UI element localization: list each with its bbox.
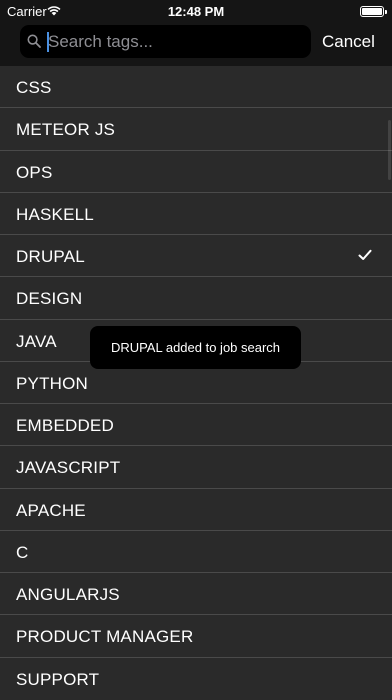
tag-label: CSS [16,78,52,97]
tag-row[interactable]: APACHE [0,489,392,531]
toast-notification: DRUPAL added to job search [90,326,301,369]
status-bar: Carrier 12:48 PM [0,0,392,22]
tag-label: PRODUCT MANAGER [16,627,194,647]
tag-row[interactable]: CSS [0,66,392,109]
tag-row[interactable]: HASKELL [0,193,392,235]
tag-label: EMBEDDED [16,416,114,435]
tag-label: SUPPORT [16,669,100,689]
tag-label: HASKELL [16,204,94,224]
search-field[interactable] [20,25,311,58]
tag-row[interactable]: ANGULARJS [0,573,392,616]
search-input[interactable] [48,25,298,58]
tag-row[interactable]: JAVASCRIPT [0,446,392,489]
tag-label: ANGULARJS [16,585,120,604]
tag-row[interactable]: PRODUCT MANAGER [0,615,392,658]
tag-list: CSS METEOR JS OPS HASKELL DRUPAL DESIGN JAVA PY… [0,66,392,700]
checkmark-icon [358,249,372,260]
tag-label: JAVASCRIPT [16,458,121,478]
search-icon [27,34,41,48]
tag-row[interactable]: METEOR JS [0,108,392,151]
tag-label: APACHE [16,500,86,520]
tag-row[interactable]: EMBEDDED [0,404,392,447]
tag-label: PYTHON [16,373,89,393]
toast-message: DRUPAL added to job search [110,340,281,355]
tag-row[interactable]: C [0,531,392,573]
tag-label: DESIGN [16,289,83,309]
tag-row[interactable]: SUPPORT [0,658,392,700]
battery-icon [360,6,387,17]
search-header: Cancel [0,22,392,66]
tag-label: DRUPAL [16,247,85,266]
tag-label: C [16,542,29,562]
status-time: 12:48 PM [167,4,225,19]
tag-row[interactable]: OPS [0,151,392,193]
tag-label: JAVA [16,331,57,351]
scroll-indicator[interactable] [388,120,391,180]
tag-label: METEOR JS [16,120,116,140]
tag-label: OPS [16,162,53,182]
cancel-button[interactable]: Cancel [322,32,375,52]
tag-row[interactable]: DRUPAL [0,235,392,278]
tag-row[interactable]: DESIGN [0,277,392,320]
